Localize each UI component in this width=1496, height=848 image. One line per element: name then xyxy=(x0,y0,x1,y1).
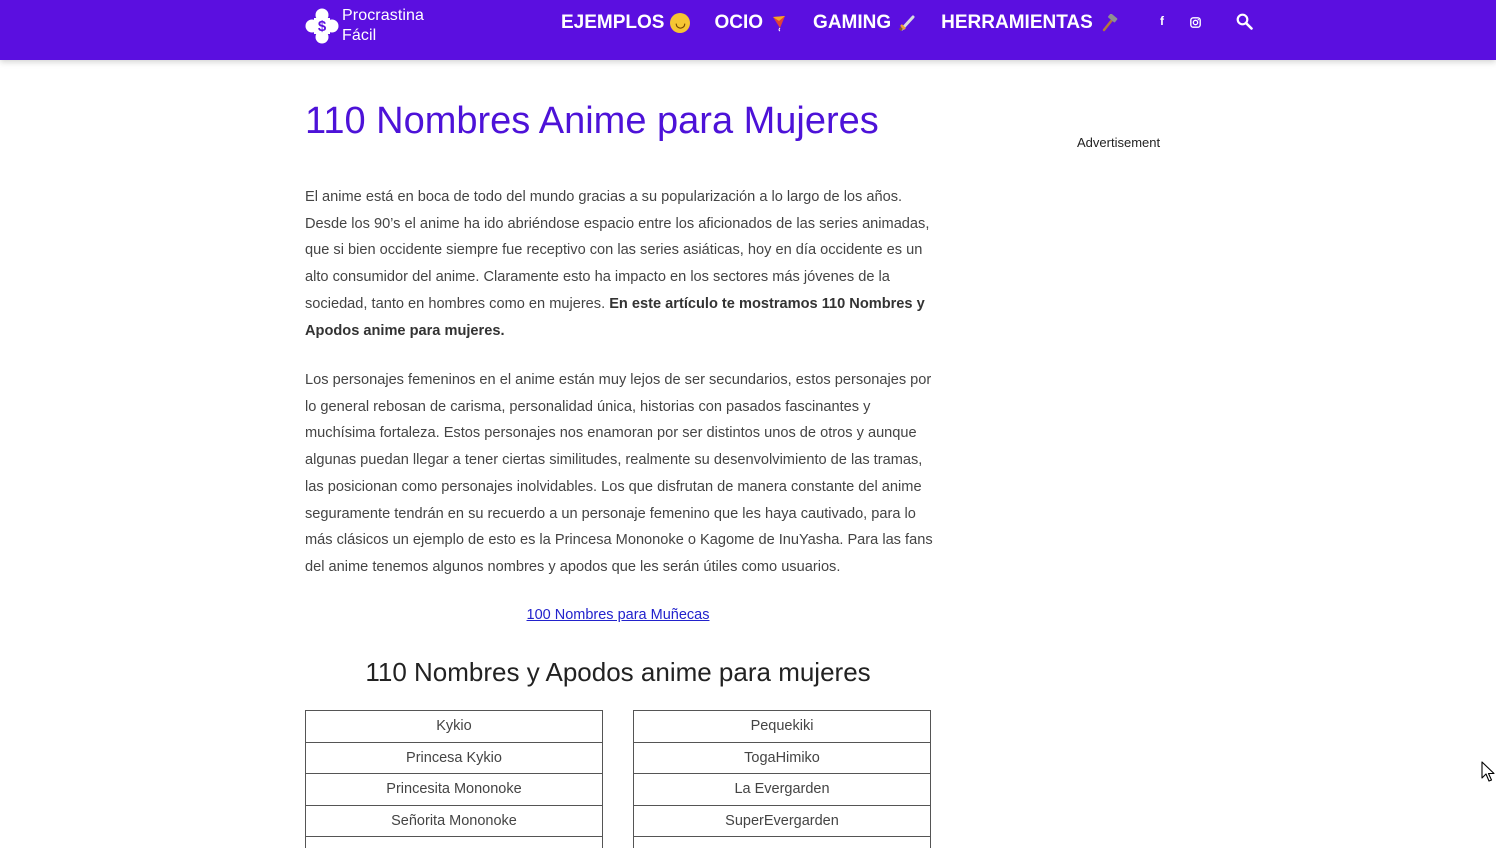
table-cell xyxy=(633,836,931,848)
main-nav: EJEMPLOS ◡ OCIO GAMING HERRAMIENTAS xyxy=(561,10,1143,36)
nav-ejemplos[interactable]: EJEMPLOS ◡ xyxy=(561,12,691,34)
names-table-right: Pequekiki TogaHimiko La Evergarden Super… xyxy=(633,710,931,848)
nav-ocio-label: OCIO xyxy=(714,12,764,33)
table-cell: SuperEvergarden xyxy=(633,804,931,837)
table-cell: Pequekiki xyxy=(633,710,931,743)
table-row xyxy=(633,836,931,848)
table-row: Kykio xyxy=(305,710,603,743)
logo-icon: $ xyxy=(305,8,339,44)
table-row: Señorita Mononoke xyxy=(305,804,603,837)
mouse-pointer-icon xyxy=(1481,761,1495,787)
related-article-link[interactable]: 100 Nombres para Muñecas xyxy=(305,607,931,623)
table-row: SuperEvergarden xyxy=(633,804,931,837)
table-cell: Señorita Mononoke xyxy=(305,804,603,837)
table-row: Princesita Mononoke xyxy=(305,773,603,806)
table-cell xyxy=(305,836,603,848)
section-heading: 110 Nombres y Apodos anime para mujeres xyxy=(365,657,871,687)
logo-line1: Procrastina xyxy=(342,7,425,24)
page-title: 110 Nombres Anime para Mujeres xyxy=(305,100,879,142)
logo-line2: Fácil xyxy=(342,27,377,44)
site-header: $ Procrastina Fácil EJEMPLOS ◡ OCIO GAMI… xyxy=(0,0,1496,60)
facebook-icon[interactable]: f xyxy=(1160,14,1164,28)
logo-text: Procrastina Fácil xyxy=(342,6,424,46)
site-logo[interactable]: $ Procrastina Fácil xyxy=(305,6,424,46)
table-cell: Princesita Mononoke xyxy=(305,773,603,806)
intro-text: El anime está en boca de todo del mundo … xyxy=(305,189,930,312)
table-cell: Kykio xyxy=(305,710,603,743)
nav-herramientas[interactable]: HERRAMIENTAS xyxy=(941,12,1119,34)
nav-gaming[interactable]: GAMING xyxy=(813,12,917,34)
table-row: Princesa Kykio xyxy=(305,741,603,774)
search-icon[interactable] xyxy=(1236,13,1253,35)
nav-herramientas-label: HERRAMIENTAS xyxy=(941,12,1093,33)
nav-ejemplos-label: EJEMPLOS xyxy=(561,12,665,33)
table-cell: TogaHimiko xyxy=(633,741,931,774)
smile-emoji-icon: ◡ xyxy=(670,13,691,33)
table-row: Pequekiki xyxy=(633,710,931,743)
table-row: TogaHimiko xyxy=(633,741,931,774)
instagram-icon[interactable] xyxy=(1190,15,1201,33)
nav-ocio[interactable]: OCIO xyxy=(714,12,789,34)
table-cell: La Evergarden xyxy=(633,773,931,806)
kite-emoji-icon xyxy=(769,13,789,33)
nav-gaming-label: GAMING xyxy=(813,12,892,33)
table-row xyxy=(305,836,603,848)
table-row: La Evergarden xyxy=(633,773,931,806)
hammer-emoji-icon xyxy=(1099,13,1119,33)
table-cell: Princesa Kykio xyxy=(305,741,603,774)
intro-paragraph: El anime está en boca de todo del mundo … xyxy=(305,184,933,344)
advertisement-label: Advertisement xyxy=(1077,135,1161,150)
names-table-left: Kykio Princesa Kykio Princesita Mononoke… xyxy=(305,710,603,848)
svg-text:$: $ xyxy=(318,18,327,35)
characters-paragraph: Los personajes femeninos en el anime est… xyxy=(305,372,933,575)
dagger-emoji-icon xyxy=(897,13,917,33)
